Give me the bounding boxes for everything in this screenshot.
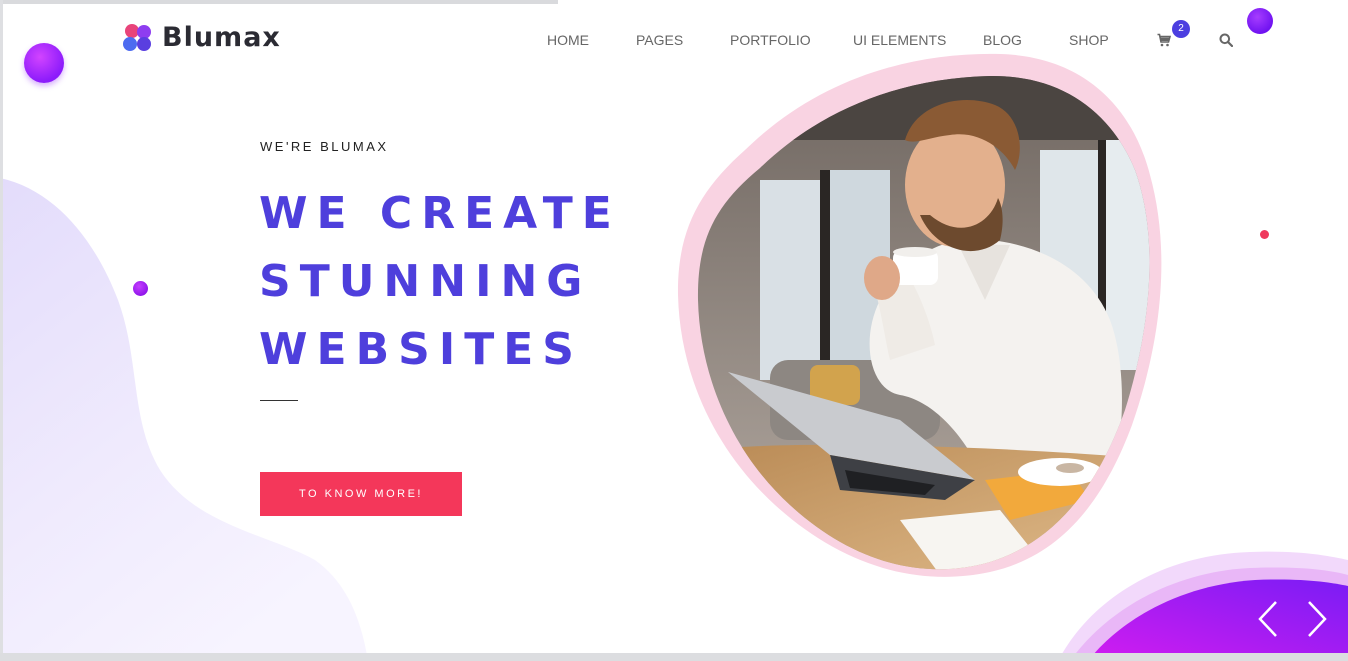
cart-count-badge: 2	[1172, 20, 1190, 38]
decorative-dot	[1260, 230, 1269, 239]
decorative-bubble	[133, 281, 148, 296]
hero-photo	[677, 53, 1162, 577]
chevron-left-icon[interactable]	[1256, 600, 1280, 638]
headline-line: STUNNING	[259, 256, 592, 307]
nav-item-ui-elements[interactable]: UI ELEMENTS	[853, 32, 946, 48]
nav-item-portfolio[interactable]: PORTFOLIO	[730, 32, 811, 48]
search-icon[interactable]	[1219, 33, 1233, 47]
chevron-right-icon[interactable]	[1305, 600, 1329, 638]
headline-line: WE CREATE	[259, 188, 621, 239]
nav-item-home[interactable]: HOME	[547, 32, 589, 48]
decorative-bubble	[1247, 8, 1273, 34]
cart-icon[interactable]	[1157, 33, 1171, 47]
hero-divider	[260, 400, 298, 401]
page-frame: Blumax HOME PAGES PORTFOLIO UI ELEMENTS …	[0, 0, 1348, 661]
to-know-more-button[interactable]: TO KNOW MORE!	[260, 472, 462, 516]
headline-line: WEBSITES	[259, 324, 583, 375]
nav-item-blog[interactable]: BLOG	[983, 32, 1022, 48]
bottom-edge	[0, 653, 1348, 661]
nav-item-shop[interactable]: SHOP	[1069, 32, 1109, 48]
hero-headline: WE CREATE STUNNING WEBSITES	[259, 180, 621, 384]
main-navigation: HOME PAGES PORTFOLIO UI ELEMENTS BLOG SH…	[0, 32, 1348, 52]
hero-kicker: WE'RE BLUMAX	[260, 139, 389, 154]
nav-item-pages[interactable]: PAGES	[636, 32, 683, 48]
